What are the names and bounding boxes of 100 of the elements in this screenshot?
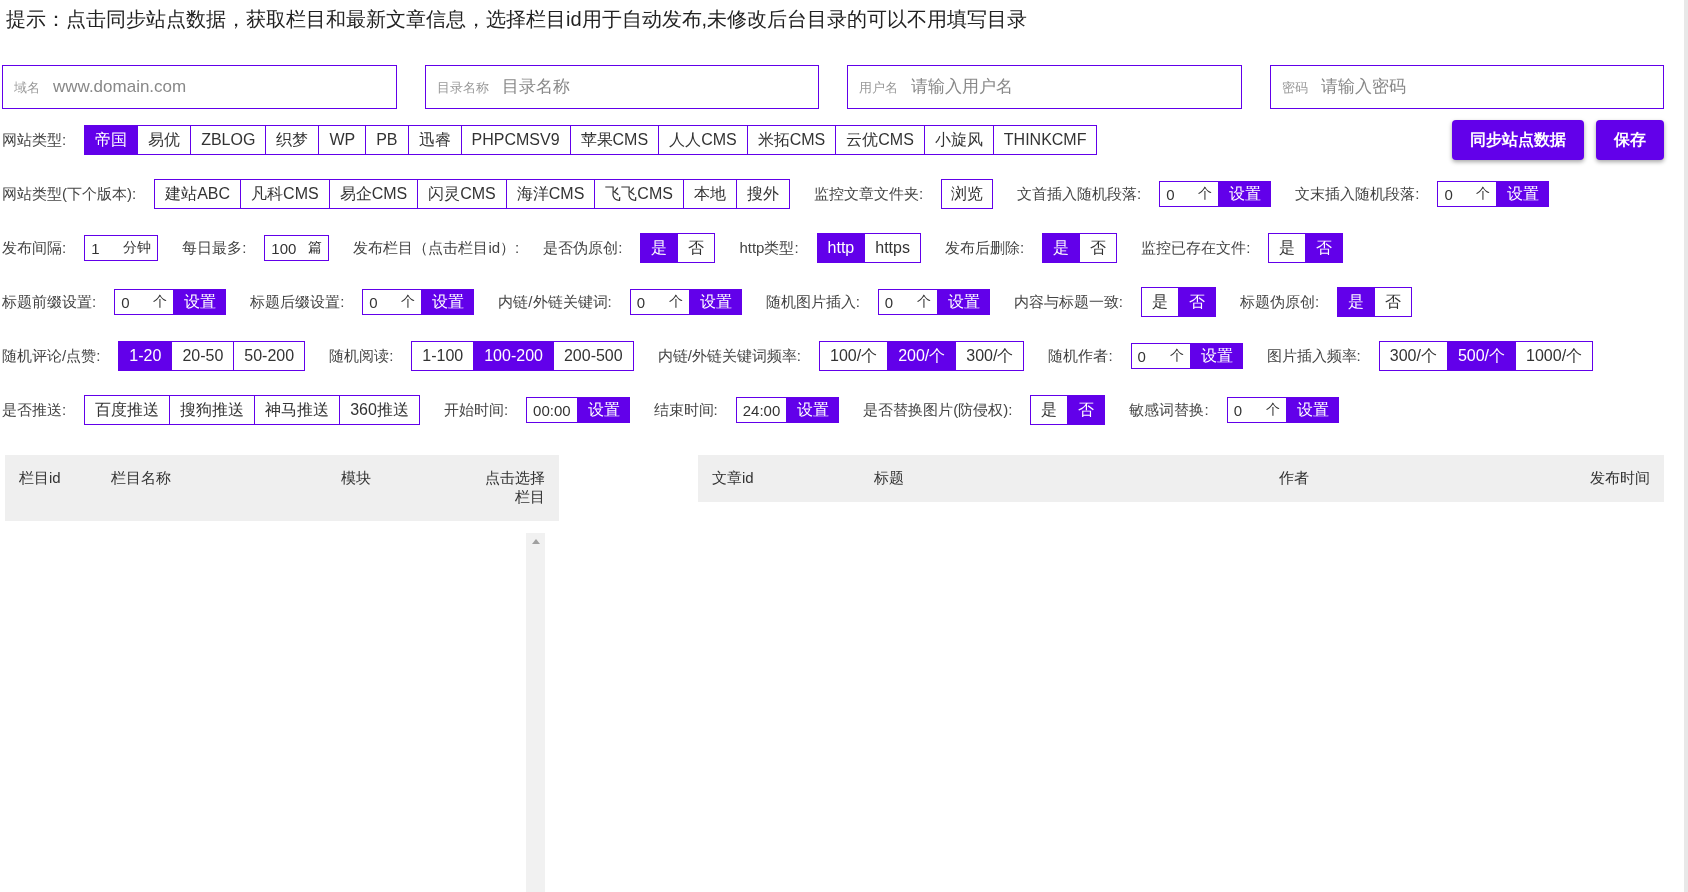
option-tab[interactable]: 是 — [641, 234, 678, 262]
field-value: 0 — [1137, 347, 1147, 365]
field-label: 域名 — [14, 79, 40, 97]
option-tab[interactable]: 500/个 — [1446, 342, 1516, 370]
field-value: 00:00 — [533, 401, 571, 419]
scroll-up-icon[interactable] — [531, 539, 540, 544]
action-button[interactable]: 同步站点数据 — [1452, 120, 1584, 160]
setting-label: 标题前缀设置: — [2, 292, 97, 312]
field-value: 1 — [91, 239, 101, 257]
setting-label: 发布后删除: — [944, 238, 1025, 258]
set-button[interactable]: 设置 — [689, 289, 742, 315]
option-tab[interactable]: 帝国 — [85, 126, 138, 154]
column-header: 标题 — [874, 469, 905, 488]
setting-label: 随机作者: — [1048, 346, 1113, 366]
number-field[interactable]: 0 个 — [1130, 343, 1191, 369]
option-tab[interactable]: 否 — [1178, 288, 1216, 316]
number-field[interactable]: 0 个 — [1159, 181, 1220, 207]
unit-label: 个 — [153, 293, 168, 311]
setting-label: 标题伪原创: — [1240, 292, 1320, 312]
setting-label: 是否替换图片(防侵权): — [863, 400, 1013, 420]
option-tab[interactable]: 否 — [1305, 234, 1343, 262]
field-value: 0 — [1233, 401, 1243, 419]
hint-text: 提示：点击同步站点数据，获取栏目和最新文章信息，选择栏目id用于自动发布,未修改后台目录的可以不用填写目录 — [5, 7, 1029, 32]
setting-label: 网站类型(下个版本): — [2, 184, 137, 204]
field-label: 用户名 — [859, 79, 898, 97]
unit-label: 个 — [1198, 185, 1213, 203]
set-button[interactable]: 设置 — [1286, 397, 1339, 423]
setting-label: 发布栏目（点击栏目id）: — [353, 238, 520, 258]
unit-label: 分钟 — [123, 239, 152, 257]
setting-label: 标题后缀设置: — [250, 292, 345, 312]
setting-label: 随机图片插入: — [765, 292, 860, 312]
field-value: 100 — [271, 239, 297, 257]
option-tab[interactable]: 是 — [1338, 288, 1375, 316]
field-value: 0 — [1444, 185, 1454, 203]
setting-label: 敏感词替换: — [1129, 400, 1209, 420]
setting-label: 每日最多: — [182, 238, 247, 258]
setting-label: 是否伪原创: — [543, 238, 623, 258]
option-tab[interactable]: 100-200 — [473, 342, 553, 370]
setting-label: 内链/外链关键词频率: — [657, 346, 801, 366]
column-header: 栏目id — [19, 469, 62, 488]
set-button[interactable]: 设置 — [174, 289, 227, 315]
field-value: 0 — [636, 293, 647, 311]
unit-label: 个 — [401, 293, 416, 311]
field-value: 0 — [884, 293, 895, 311]
set-button[interactable]: 设置 — [577, 397, 630, 423]
option-tab[interactable]: 200/个 — [887, 342, 956, 370]
action-button[interactable]: 保存 — [1596, 120, 1664, 160]
setting-label: 网站类型: — [2, 130, 67, 150]
unit-label: 个 — [916, 293, 931, 311]
field-label: 目录名称 — [436, 79, 489, 97]
setting-label: 随机阅读: — [329, 346, 394, 366]
set-button[interactable]: 设置 — [1219, 181, 1272, 207]
field-value: 0 — [1166, 185, 1176, 203]
number-field[interactable]: 0 个 — [1437, 181, 1498, 207]
setting-label: 文末插入随机段落: — [1295, 184, 1420, 204]
browse-button[interactable]: 浏览 — [941, 179, 994, 209]
setting-label: http类型: — [739, 238, 799, 258]
set-button[interactable]: 设置 — [422, 289, 475, 315]
field-label: 密码 — [1281, 79, 1308, 97]
unit-label: 个 — [1169, 347, 1184, 365]
set-button[interactable]: 设置 — [787, 397, 840, 423]
field-value: 0 — [121, 293, 131, 311]
setting-label: 图片插入频率: — [1266, 346, 1361, 366]
number-field[interactable]: 100 篇 — [264, 235, 330, 261]
setting-label: 内容与标题一致: — [1013, 292, 1124, 312]
number-field[interactable]: 00:00 — [526, 397, 578, 423]
unit-label: 个 — [1476, 185, 1491, 203]
setting-label: 监控文章文件夹: — [813, 184, 924, 204]
column-header: 点击选择栏目 — [484, 469, 545, 507]
option-tab[interactable]: 是 — [1043, 234, 1080, 262]
number-field[interactable]: 0 个 — [629, 289, 690, 315]
scrollbar[interactable] — [526, 533, 545, 892]
setting-label: 是否推送: — [2, 400, 67, 420]
number-field[interactable]: 1 分钟 — [84, 235, 159, 261]
set-button[interactable]: 设置 — [1190, 343, 1243, 369]
unit-label: 篇 — [308, 239, 323, 257]
option-tab[interactable]: 否 — [1067, 396, 1105, 424]
set-button[interactable]: 设置 — [1497, 181, 1550, 207]
number-field[interactable]: 0 个 — [362, 289, 423, 315]
setting-label: 文首插入随机段落: — [1017, 184, 1142, 204]
setting-label: 监控已存在文件: — [1141, 238, 1251, 258]
number-field[interactable]: 0 个 — [114, 289, 175, 315]
option-tab[interactable]: http — [817, 234, 865, 262]
setting-label: 发布间隔: — [2, 238, 67, 258]
column-header: 栏目名称 — [111, 469, 172, 488]
column-header: 发布时间 — [1590, 469, 1650, 488]
field-value: 24:00 — [742, 401, 781, 419]
set-button[interactable]: 设置 — [937, 289, 990, 315]
setting-label: 内链/外链关键词: — [498, 292, 612, 312]
unit-label: 个 — [668, 293, 683, 311]
setting-label: 开始时间: — [443, 400, 509, 420]
field-value: 0 — [369, 293, 379, 311]
setting-label: 结束时间: — [653, 400, 718, 420]
setting-label: 随机评论/点赞: — [2, 346, 101, 366]
column-header: 文章id — [712, 469, 755, 488]
number-field[interactable]: 24:00 — [735, 397, 788, 423]
option-tab[interactable]: 1-20 — [119, 342, 172, 370]
column-header: 模块 — [341, 469, 372, 488]
number-field[interactable]: 0 个 — [877, 289, 938, 315]
number-field[interactable]: 0 个 — [1226, 397, 1287, 423]
